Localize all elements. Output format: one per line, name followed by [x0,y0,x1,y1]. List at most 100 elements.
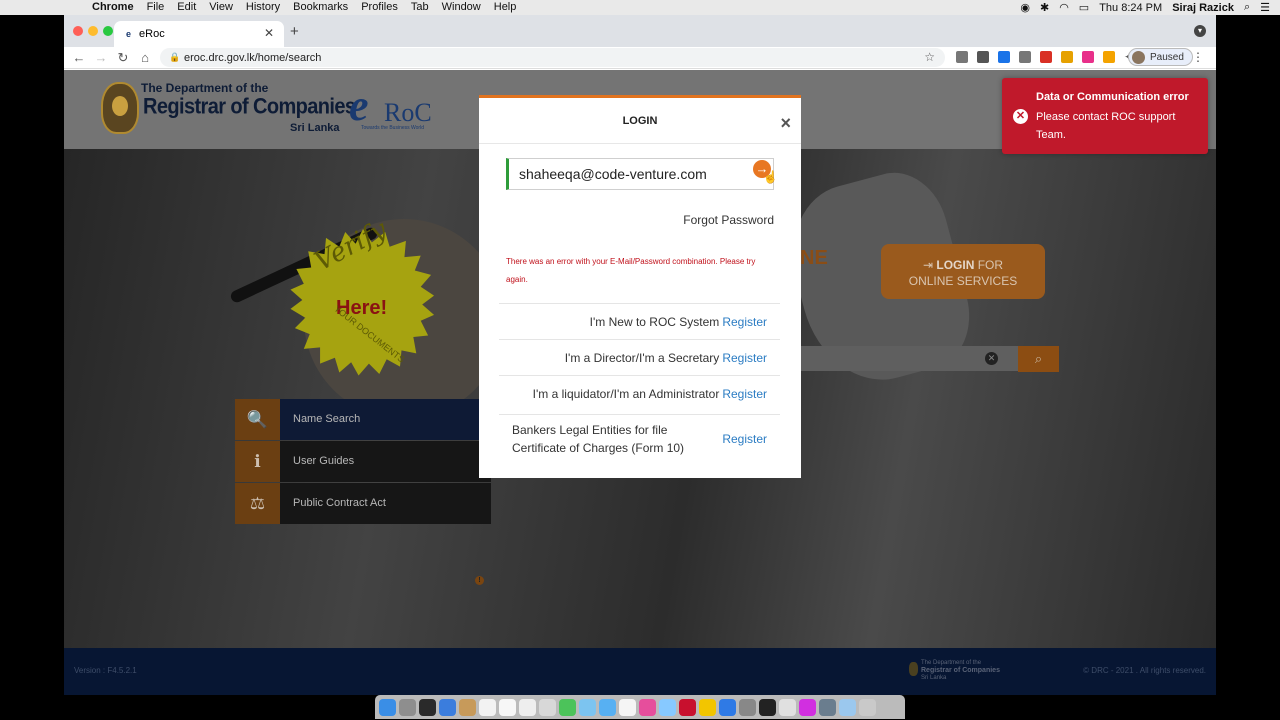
extension-icon[interactable] [977,51,989,63]
site-footer: Version : F4.5.2.1 The Department of the… [64,648,1216,695]
extension-icon[interactable] [956,51,968,63]
dock-app-icon[interactable] [779,698,796,716]
dock-app-icon[interactable] [419,698,436,716]
toast-message: Please contact ROC support Team. [1036,111,1176,141]
notice-badge-icon: ! [475,576,484,585]
toast-title: Data or Communication error [1036,91,1189,103]
extension-icon[interactable] [1061,51,1073,63]
battery-icon[interactable]: ▭ [1079,1,1089,14]
bluetooth-icon[interactable]: ✱ [1040,1,1049,14]
login-online-services-button[interactable]: ⇥ LOGIN FOR ONLINE SERVICES [881,244,1045,299]
dock-app-icon[interactable] [679,698,696,716]
dock-app-icon[interactable] [399,698,416,716]
error-toast[interactable]: ✕ Data or Communication error Please con… [1002,78,1208,154]
dock-app-icon[interactable] [719,698,736,716]
register-link[interactable]: Register [722,432,767,446]
bookmark-star-icon[interactable]: ☆ [924,50,935,64]
menu-edit[interactable]: Edit [177,0,196,15]
menu-view[interactable]: View [209,0,233,15]
profile-button[interactable]: Paused [1128,48,1193,66]
tab-title: eRoc [139,28,165,40]
dock-app-icon[interactable] [619,698,636,716]
menu-window[interactable]: Window [442,0,481,15]
dock-app-icon[interactable] [659,698,676,716]
dock-app-icon[interactable] [439,698,456,716]
register-row-text-line2: Certificate of Charges (Form 10) [512,440,685,455]
wifi-icon[interactable]: ◠ [1059,1,1069,14]
zoom-window-icon[interactable] [103,26,113,36]
forgot-password-link[interactable]: Forgot Password [683,213,774,227]
dock-app-icon[interactable] [759,698,776,716]
dock-app-icon[interactable] [559,698,576,716]
home-icon[interactable]: ⌂ [134,50,156,65]
extension-icon[interactable] [998,51,1010,63]
extension-icon[interactable] [1019,51,1031,63]
extension-icon[interactable] [1040,51,1052,63]
register-row-director: I'm a Director/I'm a Secretary Register [499,339,780,375]
modal-close-icon[interactable]: × [780,113,791,134]
dock-app-icon[interactable] [459,698,476,716]
spotlight-icon[interactable]: ⌕ [1244,1,1250,14]
menubar-clock[interactable]: Thu 8:24 PM [1099,2,1162,14]
dock-app-icon[interactable] [859,698,876,716]
dock-app-icon[interactable] [519,698,536,716]
extension-icon[interactable] [1082,51,1094,63]
header-line2: Registrar of Companies [143,94,356,120]
login-modal: LOGIN × shaheeqa@code-venture.com → ☝ Fo… [479,95,801,478]
dock-app-icon[interactable] [579,698,596,716]
menubar-user[interactable]: Siraj Razick [1172,2,1234,14]
register-row-bankers: Bankers Legal Entities for file Certifica… [499,414,780,462]
dock-app-icon[interactable] [499,698,516,716]
search-button[interactable]: ⌕ [1018,346,1059,372]
new-tab-icon[interactable]: + [290,23,299,40]
back-icon[interactable]: ← [68,50,90,65]
close-window-icon[interactable] [73,26,83,36]
dock-app-icon[interactable] [379,698,396,716]
dock-app-icon[interactable] [699,698,716,716]
menubar-status-area: ◉ ✱ ◠ ▭ Thu 8:24 PM Siraj Razick ⌕ ☰ [1020,0,1280,15]
menu-file[interactable]: File [147,0,165,15]
minimize-window-icon[interactable] [88,26,98,36]
side-menu-user-guides[interactable]: ℹ User Guides [235,440,491,482]
register-link[interactable]: Register [722,315,767,329]
register-row-text: I'm a liquidator/I'm an Administrator [532,386,720,401]
reload-icon[interactable]: ↻ [112,50,134,66]
extension-icon[interactable] [1103,51,1115,63]
eroc-logo-e: e [349,81,369,130]
menu-bookmarks[interactable]: Bookmarks [293,0,348,15]
dock-app-icon[interactable] [819,698,836,716]
tab-search-icon[interactable]: ▾ [1194,25,1206,37]
side-menu-public-contract-act[interactable]: ⚖ Public Contract Act ! [235,482,491,585]
error-close-icon[interactable]: ✕ [1013,109,1028,124]
close-icon[interactable]: ✕ [985,352,998,365]
dock-app-icon[interactable] [639,698,656,716]
record-icon[interactable]: ◉ [1020,1,1030,14]
info-icon: ℹ [235,440,280,482]
dock-app-icon[interactable] [479,698,496,716]
browser-window: e eRoc ✕ + ▾ ← → ↻ ⌂ 🔒 eroc.drc.gov.lk/h… [64,15,1216,695]
side-menu-label: User Guides [280,440,491,482]
browser-menu-icon[interactable]: ⋮ [1192,50,1204,64]
dock-app-icon[interactable] [599,698,616,716]
register-link[interactable]: Register [722,351,767,365]
dock-app-icon[interactable] [739,698,756,716]
dock-app-icon[interactable] [799,698,816,716]
menu-help[interactable]: Help [494,0,517,15]
side-menu: 🔍 Name Search ℹ User Guides ⚖ Public Con… [235,398,491,585]
menu-tab[interactable]: Tab [411,0,429,15]
email-field[interactable]: shaheeqa@code-venture.com [506,158,774,190]
side-menu-name-search[interactable]: 🔍 Name Search [235,398,491,440]
register-link[interactable]: Register [722,387,767,401]
menu-profiles[interactable]: Profiles [361,0,398,15]
forward-icon[interactable]: → [90,50,112,65]
browser-tab[interactable]: e eRoc ✕ [114,21,284,47]
dock-app-icon[interactable] [539,698,556,716]
address-bar[interactable]: 🔒 eroc.drc.gov.lk/home/search ☆ [160,48,945,67]
modal-title: LOGIN [622,115,658,127]
control-center-icon[interactable]: ☰ [1260,1,1270,14]
menu-app-name[interactable]: Chrome [92,0,134,15]
menu-history[interactable]: History [246,0,280,15]
lock-icon[interactable]: 🔒 [169,52,180,63]
dock-app-icon[interactable] [839,698,856,716]
tab-close-icon[interactable]: ✕ [264,26,274,40]
